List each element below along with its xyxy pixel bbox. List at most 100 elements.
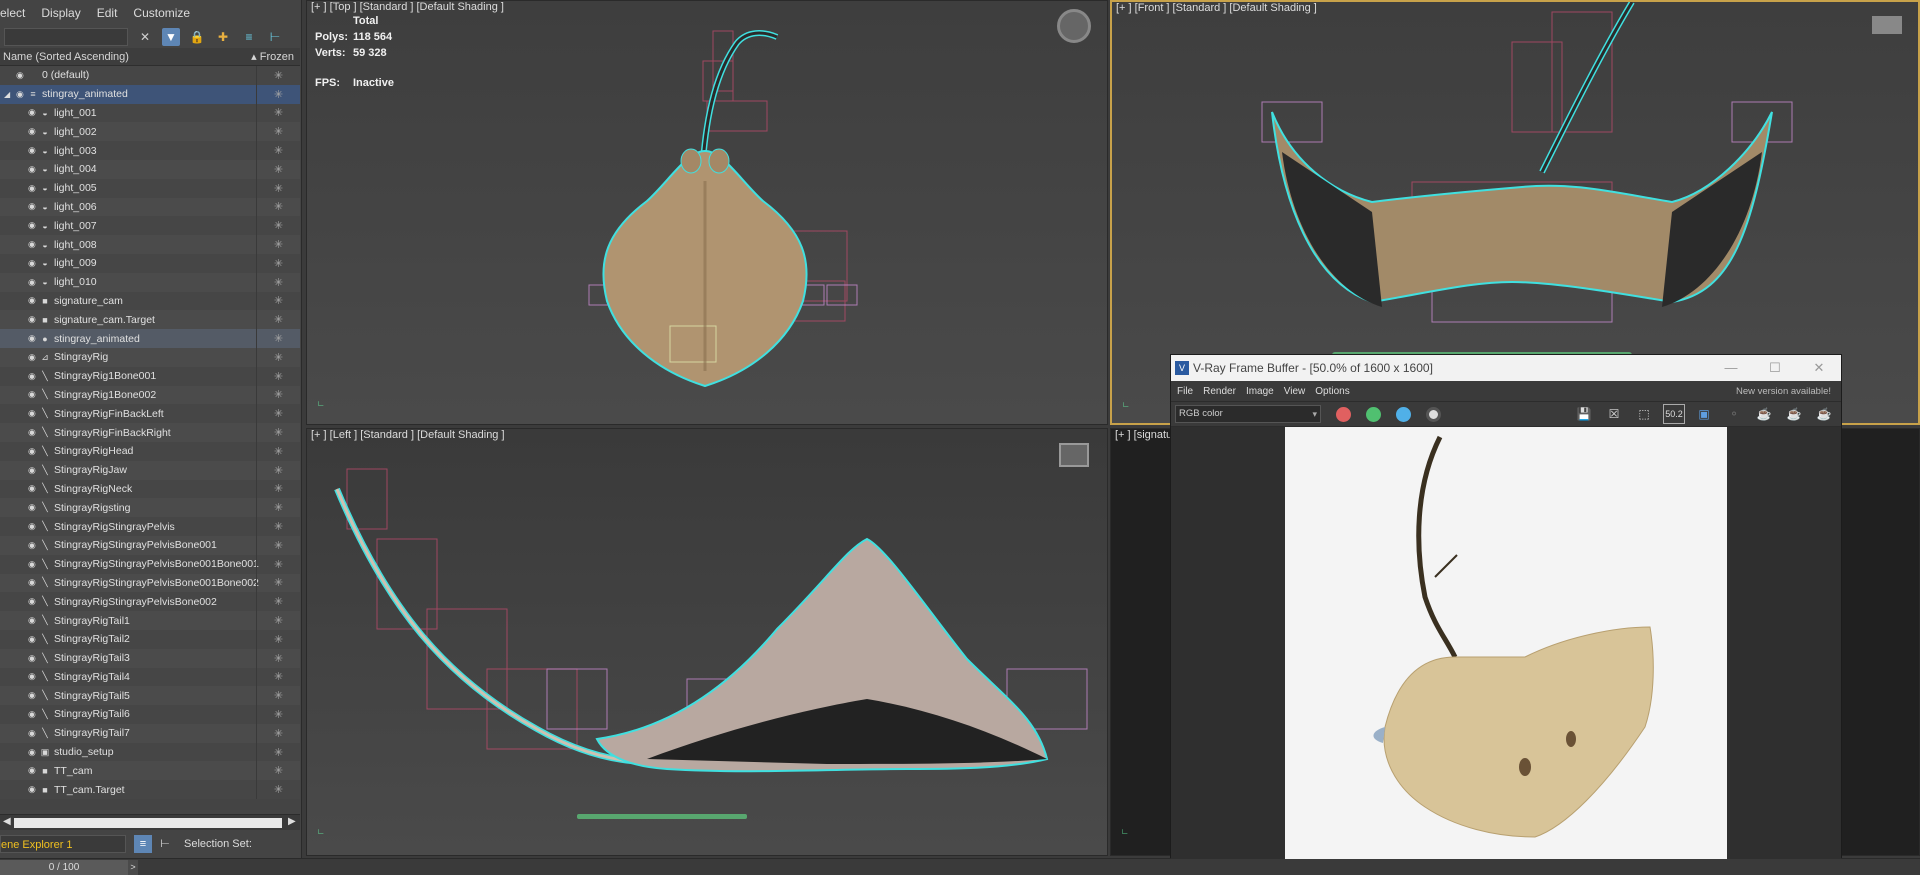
explorer-row[interactable]: ◉ ◒ light_003 ✳ <box>0 141 300 160</box>
explorer-row[interactable]: ◉ ◒ light_001 ✳ <box>0 103 300 123</box>
freeze-toggle-icon[interactable]: ✳ <box>256 761 300 781</box>
visibility-eye-icon[interactable]: ◉ <box>28 465 38 476</box>
visibility-eye-icon[interactable]: ◉ <box>28 483 38 494</box>
explorer-row[interactable]: ◉ ⊿ StingrayRig ✳ <box>0 347 300 367</box>
freeze-toggle-icon[interactable]: ✳ <box>256 723 300 743</box>
viewport-left[interactable]: [+ ] [Left ] [Standard ] [Default Shadin… <box>306 428 1108 856</box>
visibility-eye-icon[interactable]: ◉ <box>28 446 38 457</box>
freeze-toggle-icon[interactable]: ✳ <box>256 423 300 442</box>
explorer-row[interactable]: ◢ ◉ ≡ stingray_animated ✳ <box>0 84 300 104</box>
explorer-horizontal-scrollbar[interactable]: ◀ ▶ <box>0 814 300 830</box>
stop-render-icon[interactable]: ☕ <box>1783 404 1805 424</box>
explorer-row[interactable]: ◉ ◒ light_002 ✳ <box>0 122 300 142</box>
explorer-row[interactable]: ◉ ╲ StingrayRigNeck ✳ <box>0 479 300 499</box>
link-icon[interactable]: ⚬ <box>1723 404 1745 424</box>
red-channel-icon[interactable] <box>1336 406 1351 422</box>
visibility-eye-icon[interactable]: ◉ <box>28 690 38 701</box>
menu-select[interactable]: elect <box>0 6 25 20</box>
explorer-row[interactable]: ◉ ◒ light_007 ✳ <box>0 216 300 236</box>
freeze-toggle-icon[interactable]: ✳ <box>256 592 300 612</box>
interactive-render-icon[interactable]: ☕ <box>1813 404 1835 424</box>
save-image-icon[interactable]: 💾 <box>1573 404 1595 424</box>
menu-customize[interactable]: Customize <box>133 6 190 20</box>
layer-explorer-icon[interactable]: ≡ <box>134 835 152 853</box>
maximize-icon[interactable]: ☐ <box>1753 360 1797 376</box>
explorer-row[interactable]: ◉ ╲ StingrayRigHead ✳ <box>0 441 300 461</box>
visibility-eye-icon[interactable]: ◉ <box>28 183 38 194</box>
visibility-eye-icon[interactable]: ◉ <box>28 408 38 419</box>
explorer-row[interactable]: ◉ ╲ StingrayRig1Bone001 ✳ <box>0 366 300 386</box>
visibility-eye-icon[interactable]: ◉ <box>28 427 38 438</box>
explorer-row[interactable]: ◉ ╲ StingrayRigTail4 ✳ <box>0 667 300 687</box>
explorer-row[interactable]: ◉ ╲ StingrayRigsting ✳ <box>0 498 300 518</box>
freeze-toggle-icon[interactable]: ✳ <box>256 517 300 536</box>
visibility-eye-icon[interactable]: ◉ <box>28 634 38 645</box>
explorer-row[interactable]: ◉ ■ signature_cam.Target ✳ <box>0 310 300 330</box>
freeze-toggle-icon[interactable]: ✳ <box>256 366 300 386</box>
freeze-toggle-icon[interactable]: ✳ <box>256 498 300 518</box>
freeze-toggle-icon[interactable]: ✳ <box>256 216 300 236</box>
column-frozen-header[interactable]: ▴ Frozen <box>251 50 294 63</box>
time-next-icon[interactable]: > <box>128 860 138 875</box>
explorer-row[interactable]: ◉ ╲ StingrayRigStingrayPelvisBone001Bone00… <box>0 554 300 574</box>
freeze-toggle-icon[interactable]: ✳ <box>256 705 300 724</box>
explorer-name-field[interactable]: ene Explorer 1 <box>0 835 126 853</box>
freeze-toggle-icon[interactable]: ✳ <box>256 441 300 461</box>
menu-display[interactable]: Display <box>41 6 80 20</box>
freeze-toggle-icon[interactable]: ✳ <box>256 66 300 85</box>
vfb-menu-view[interactable]: View <box>1284 386 1306 397</box>
search-input[interactable] <box>4 28 128 46</box>
scroll-left-icon[interactable]: ◀ <box>3 816 11 827</box>
explorer-row[interactable]: ◉ ╲ StingrayRigStingrayPelvisBone001 ✳ <box>0 535 300 555</box>
freeze-toggle-icon[interactable]: ✳ <box>256 780 300 800</box>
hierarchy-icon[interactable]: ⊢ <box>266 28 284 46</box>
zoom-level-icon[interactable]: 50.2 <box>1663 404 1685 424</box>
freeze-toggle-icon[interactable]: ✳ <box>256 385 300 405</box>
explorer-row[interactable]: ◉ ╲ StingrayRigStingrayPelvisBone002 ✳ <box>0 592 300 612</box>
freeze-toggle-icon[interactable]: ✳ <box>256 329 300 348</box>
freeze-toggle-icon[interactable]: ✳ <box>256 103 300 123</box>
viewport-top-label[interactable]: [+ ] [Top ] [Standard ] [Default Shading… <box>311 1 504 13</box>
explorer-row[interactable]: ◉ ● stingray_animated ✳ <box>0 329 300 348</box>
lock-icon[interactable]: 🔒 <box>188 28 206 46</box>
visibility-eye-icon[interactable]: ◉ <box>28 389 38 400</box>
freeze-toggle-icon[interactable]: ✳ <box>256 686 300 706</box>
explorer-row[interactable]: ◉ ◒ light_008 ✳ <box>0 235 300 254</box>
explorer-row[interactable]: ◉ ■ TT_cam.Target ✳ <box>0 780 300 800</box>
scroll-thumb[interactable] <box>14 818 282 828</box>
visibility-eye-icon[interactable]: ◉ <box>28 126 38 137</box>
close-icon[interactable]: ✕ <box>1797 360 1841 376</box>
track-mouse-icon[interactable]: ▣ <box>1693 404 1715 424</box>
explorer-row[interactable]: ◉ ◒ light_006 ✳ <box>0 197 300 217</box>
visibility-eye-icon[interactable]: ◉ <box>28 559 38 570</box>
clear-image-icon[interactable]: ☒ <box>1603 404 1625 424</box>
time-slider[interactable]: 0 / 100 <box>0 860 128 875</box>
stingray-top-view[interactable] <box>307 1 1108 425</box>
visibility-eye-icon[interactable]: ◉ <box>28 352 38 363</box>
minimize-icon[interactable]: — <box>1709 360 1753 376</box>
freeze-toggle-icon[interactable]: ✳ <box>256 272 300 292</box>
render-teapot-icon[interactable]: ☕ <box>1753 404 1775 424</box>
explorer-row[interactable]: ◉ ■ TT_cam ✳ <box>0 761 300 781</box>
visibility-eye-icon[interactable]: ◉ <box>28 615 38 626</box>
scroll-right-icon[interactable]: ▶ <box>288 816 296 827</box>
visibility-eye-icon[interactable]: ◉ <box>28 502 38 513</box>
stingray-left-view[interactable] <box>307 429 1108 856</box>
blue-channel-icon[interactable] <box>1396 406 1411 422</box>
vfb-menu-image[interactable]: Image <box>1246 386 1274 397</box>
visibility-eye-icon[interactable]: ◉ <box>28 653 38 664</box>
viewcube-icon[interactable] <box>1059 443 1089 467</box>
filter-icon[interactable]: ▼ <box>162 28 180 46</box>
explorer-row[interactable]: ◉ ◒ light_009 ✳ <box>0 253 300 273</box>
vfb-canvas[interactable] <box>1171 427 1841 859</box>
explorer-row[interactable]: ◉ ╲ StingrayRigTail1 ✳ <box>0 611 300 630</box>
explorer-row[interactable]: ◉ ╲ StingrayRigTail3 ✳ <box>0 648 300 668</box>
freeze-toggle-icon[interactable]: ✳ <box>256 178 300 198</box>
visibility-eye-icon[interactable]: ◉ <box>28 784 38 795</box>
freeze-toggle-icon[interactable]: ✳ <box>256 742 300 762</box>
viewport-left-label[interactable]: [+ ] [Left ] [Standard ] [Default Shadin… <box>311 429 505 441</box>
freeze-toggle-icon[interactable]: ✳ <box>256 611 300 630</box>
visibility-eye-icon[interactable]: ◉ <box>28 333 38 344</box>
visibility-eye-icon[interactable]: ◉ <box>28 239 38 250</box>
explorer-row[interactable]: ◉ ╲ StingrayRigTail7 ✳ <box>0 723 300 743</box>
